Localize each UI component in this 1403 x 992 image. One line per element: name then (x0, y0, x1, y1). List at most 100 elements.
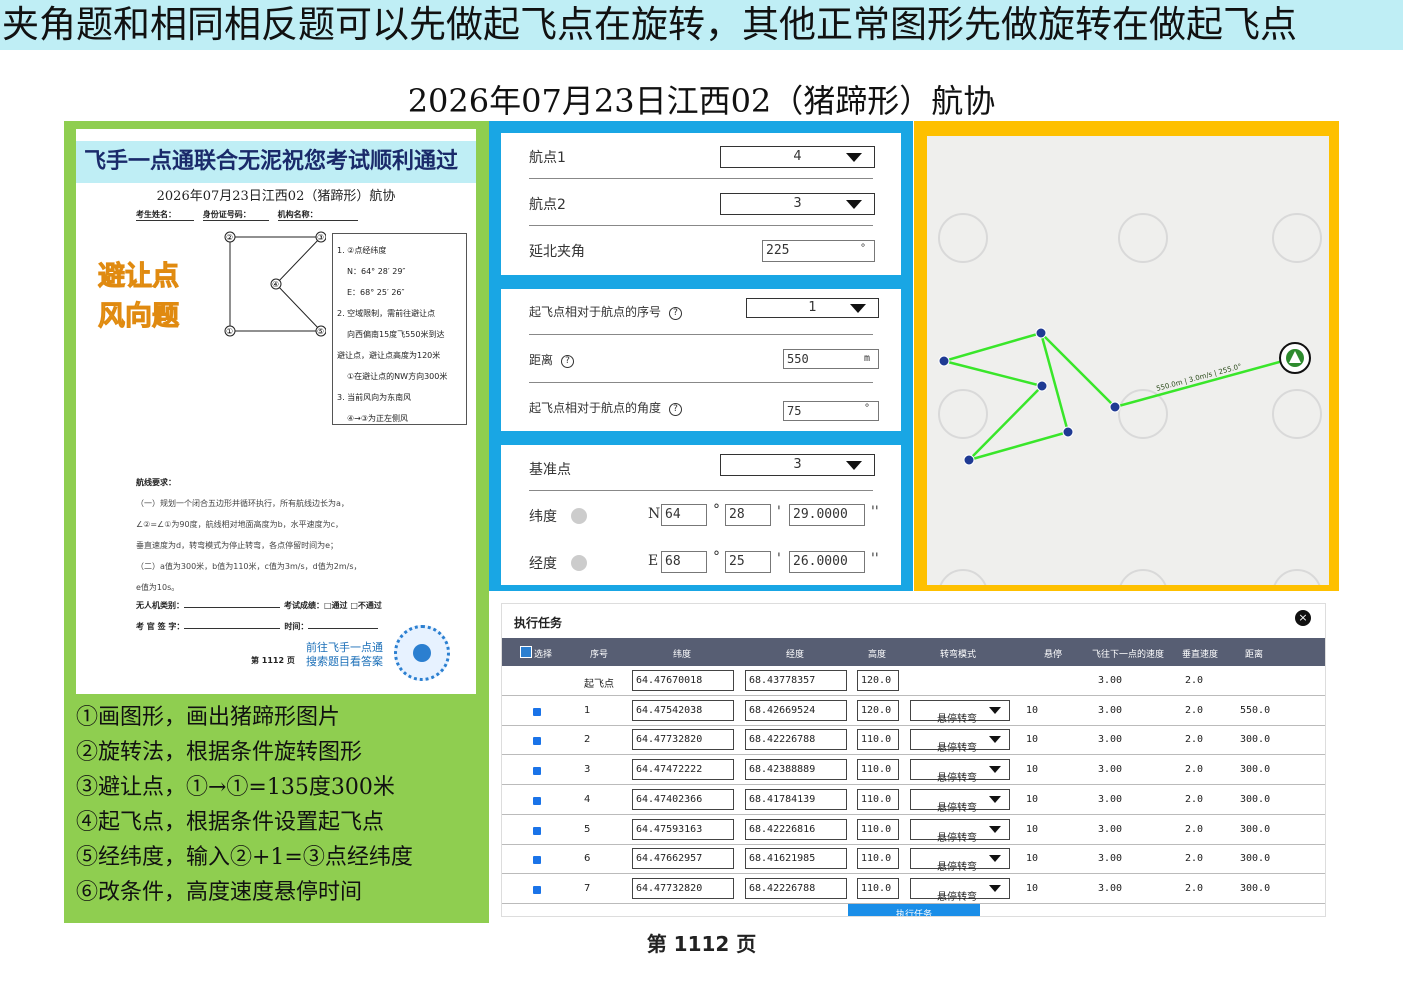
left-panel: 飞手一点通联合无泥祝您考试顺利通过 2026年07月23日江西02（猪蹄形）航协… (64, 121, 489, 923)
lon-input[interactable]: 68.42226788 (745, 729, 847, 751)
row-hover: 10 (1026, 734, 1039, 746)
waypoint1-label: 航点1 (529, 150, 566, 166)
row-checkbox[interactable] (533, 796, 541, 805)
alt-input[interactable]: 120.0 (857, 699, 899, 721)
takeoff-marker-icon[interactable] (1279, 342, 1311, 374)
globe-icon (571, 555, 587, 571)
step-item: ④起飞点，根据条件设置起飞点 (76, 810, 385, 835)
row-distance: 300.0 (1240, 734, 1271, 746)
alt-input[interactable]: 110.0 (857, 729, 899, 751)
lat-input[interactable]: 64.47732820 (632, 729, 734, 751)
row-vspeed: 2.0 (1185, 853, 1204, 865)
turn-mode-select[interactable]: 悬停转弯 (910, 877, 1010, 903)
lon-deg-input[interactable]: 68 (661, 551, 707, 573)
table-row: 起飞点 64.47670018 68.43778357 120.0 3.00 2.0 (502, 666, 1325, 696)
select-all-checkbox[interactable] (520, 646, 532, 658)
row-checkbox[interactable] (533, 707, 541, 716)
promo-line-2: 搜索题目看答案 (306, 655, 383, 668)
row-checkbox[interactable] (533, 767, 541, 776)
field-id: 身份证号码： (202, 209, 269, 221)
distance-input[interactable]: 550 m (783, 349, 879, 369)
lat-min-input[interactable]: 28 (725, 504, 771, 526)
help-icon[interactable]: ? (669, 403, 683, 416)
tag-avoid-point: 避让点 (98, 261, 180, 293)
map-canvas: 550.0m | 3.0m/s | 255.0° (938, 213, 1322, 585)
doc-subtitle: 2026年07月23日江西02（猪蹄形）航协 (156, 189, 396, 204)
row-vspeed: 2.0 (1185, 675, 1204, 686)
row-distance: 300.0 (1240, 793, 1271, 805)
turn-mode-select[interactable]: 悬停转弯 (910, 729, 1010, 754)
row-distance: 300.0 (1240, 882, 1271, 894)
route-shape-diagram: ② ③ ④ ① ⑤ (224, 231, 326, 337)
col-distance: 距离 (1245, 650, 1264, 660)
alt-input[interactable]: 110.0 (857, 848, 899, 870)
lon-sec-input[interactable]: 26.0000 (789, 551, 865, 573)
turn-mode-select[interactable]: 悬停转弯 (910, 848, 1010, 873)
second-symbol: '' (871, 504, 879, 520)
signature-area: 无人机类别： 考试成绩：□通过 □不通过 考 官 签 字： 时间： (136, 595, 382, 637)
time-label: 时间： (284, 622, 309, 631)
close-icon[interactable]: × (1295, 610, 1311, 626)
turn-mode-select[interactable]: 悬停转弯 (910, 759, 1010, 784)
row-checkbox[interactable] (533, 737, 541, 746)
lat-input[interactable]: 64.47662957 (632, 848, 734, 870)
row-seq: 7 (584, 882, 591, 894)
angle-input[interactable]: 225 ° (762, 240, 875, 262)
alt-input[interactable]: 110.0 (857, 788, 899, 810)
execute-task-button[interactable]: 执行任务 (848, 904, 980, 916)
lon-input[interactable]: 68.41621985 (745, 848, 847, 870)
turn-mode-select[interactable]: 悬停转弯 (910, 699, 1010, 725)
distance-unit: m (863, 353, 870, 364)
alt-input[interactable]: 110.0 (857, 877, 899, 899)
help-icon[interactable]: ? (669, 307, 683, 320)
alt-input[interactable]: 110.0 (857, 759, 899, 781)
lat-input[interactable]: 64.47542038 (632, 699, 734, 721)
lat-sec-input[interactable]: 29.0000 (789, 504, 865, 526)
lat-input[interactable]: 64.47593163 (632, 818, 734, 840)
turn-mode-select[interactable]: 悬停转弯 (910, 788, 1010, 814)
table-header: 选择 序号 纬度 经度 高度 转弯模式 悬停 飞往下一点的速度 垂直速度 距离 (502, 638, 1325, 666)
lat-input[interactable]: 64.47402366 (632, 788, 734, 810)
longitude-row: 经度 E 68 ° 25 ' 26.0000 '' (529, 539, 879, 585)
lon-input[interactable]: 68.42226816 (745, 818, 847, 840)
waypoint2-label: 航点2 (529, 197, 566, 213)
waypoint1-select[interactable]: 4 (720, 146, 875, 168)
lon-hemisphere: E (648, 553, 659, 569)
help-icon[interactable]: ? (561, 355, 575, 368)
row-checkbox[interactable] (533, 856, 541, 865)
row-seq: 5 (584, 823, 591, 835)
table-row: 2 64.47732820 68.42226788 110.0 悬停转弯 10 3.00 2.… (502, 725, 1325, 756)
col-select: 选择 (534, 650, 553, 660)
takeoff-index-select[interactable]: 1 (746, 298, 879, 318)
col-turn: 转弯模式 (940, 650, 977, 660)
lon-input[interactable]: 68.41784139 (745, 788, 847, 810)
alt-input[interactable]: 110.0 (857, 818, 899, 840)
lat-input[interactable]: 64.47670018 (632, 670, 734, 691)
route-map[interactable]: 550.0m | 3.0m/s | 255.0° (927, 136, 1329, 585)
row-seq: 1 (584, 704, 591, 716)
basepoint-select[interactable]: 3 (720, 454, 875, 476)
point-3-label: ③ (317, 233, 324, 242)
row-checkbox[interactable] (533, 826, 541, 835)
alt-input[interactable]: 120.0 (857, 670, 899, 691)
lat-deg-input[interactable]: 64 (661, 504, 707, 526)
waypoint2-select[interactable]: 3 (720, 193, 875, 215)
lon-input[interactable]: 68.43778357 (745, 670, 847, 691)
row-checkbox[interactable] (533, 885, 541, 894)
lat-min-value: 28 (729, 507, 745, 522)
takeoff-angle-input[interactable]: 75 ° (783, 401, 879, 421)
lon-min-input[interactable]: 25 (725, 551, 771, 573)
lon-input[interactable]: 68.42388889 (745, 759, 847, 781)
waypoint2-value: 3 (793, 196, 802, 211)
waypoint2-row: 航点2 3 (529, 180, 875, 226)
lon-input[interactable]: 68.42226788 (745, 877, 847, 899)
lat-input[interactable]: 64.47472222 (632, 759, 734, 781)
chevron-down-icon (989, 855, 1001, 863)
turn-mode-select[interactable]: 悬停转弯 (910, 818, 1010, 844)
lat-input[interactable]: 64.47732820 (632, 877, 734, 899)
basepoint-row: 基准点 3 (529, 445, 875, 491)
lon-input[interactable]: 68.42669524 (745, 699, 847, 721)
chevron-down-icon (846, 200, 862, 209)
route-requirements: 航线要求： （一）规划一个闭合五边形并循环执行，所有航线边长为a， ∠②=∠①为… (136, 472, 456, 598)
row-hover: 10 (1026, 823, 1039, 835)
